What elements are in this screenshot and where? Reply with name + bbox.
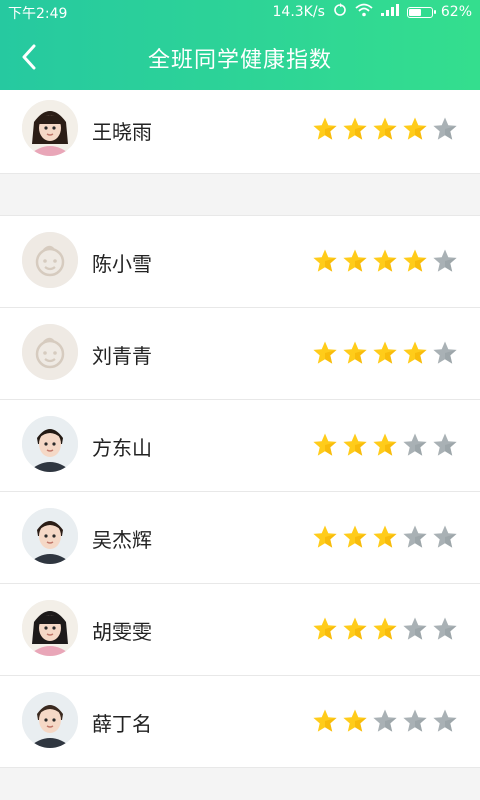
student-row[interactable]: 刘青青 [0, 308, 480, 400]
star-filled-icon [312, 248, 338, 274]
star-filled-icon [342, 432, 368, 458]
star-filled-icon [402, 248, 428, 274]
star-filled-icon [372, 248, 398, 274]
health-rating [312, 432, 458, 458]
student-name: 薛丁名 [92, 712, 152, 736]
star-filled-icon [342, 616, 368, 642]
health-rating [312, 116, 458, 142]
student-name: 刘青青 [92, 344, 152, 368]
star-filled-icon [312, 524, 338, 550]
status-bar: 下午2:49 14.3K/s 62% [0, 0, 480, 24]
star-empty-icon [432, 524, 458, 550]
star-filled-icon [402, 340, 428, 366]
avatar [22, 100, 78, 156]
star-filled-icon [312, 340, 338, 366]
student-name: 吴杰辉 [92, 528, 152, 552]
star-empty-icon [432, 248, 458, 274]
star-empty-icon [432, 432, 458, 458]
star-empty-icon [432, 708, 458, 734]
section-divider [0, 174, 480, 216]
star-filled-icon [312, 116, 338, 142]
student-row[interactable]: 陈小雪 [0, 216, 480, 308]
star-filled-icon [312, 432, 338, 458]
avatar [22, 508, 78, 564]
student-list: 王晓雨陈小雪刘青青方东山吴杰辉胡雯雯薛丁名 [0, 90, 480, 768]
star-filled-icon [372, 432, 398, 458]
health-rating [312, 248, 458, 274]
star-filled-icon [372, 524, 398, 550]
star-filled-icon [342, 340, 368, 366]
student-name: 王晓雨 [92, 120, 152, 144]
star-empty-icon [402, 524, 428, 550]
signal-icon [380, 4, 399, 20]
status-time: 下午2:49 [8, 6, 68, 22]
health-rating [312, 524, 458, 550]
star-filled-icon [342, 248, 368, 274]
sync-icon [333, 3, 347, 21]
star-empty-icon [402, 616, 428, 642]
avatar [22, 416, 78, 472]
star-filled-icon [342, 116, 368, 142]
student-row[interactable]: 吴杰辉 [0, 492, 480, 584]
page-title: 全班同学健康指数 [147, 48, 332, 73]
star-filled-icon [402, 116, 428, 142]
health-rating [312, 616, 458, 642]
health-rating [312, 708, 458, 734]
star-empty-icon [432, 116, 458, 142]
battery-fill [408, 8, 422, 16]
star-empty-icon [432, 340, 458, 366]
student-row[interactable]: 王晓雨 [0, 90, 480, 174]
star-filled-icon [342, 524, 368, 550]
baby-face-icon [22, 232, 78, 288]
student-row[interactable]: 方东山 [0, 400, 480, 492]
star-filled-icon [312, 616, 338, 642]
avatar [22, 600, 78, 656]
avatar [22, 692, 78, 748]
network-speed: 14.3K/s [272, 4, 325, 20]
health-rating [312, 340, 458, 366]
student-name: 胡雯雯 [92, 620, 152, 644]
baby-face-icon [22, 324, 78, 380]
star-filled-icon [372, 340, 398, 366]
star-filled-icon [372, 116, 398, 142]
star-filled-icon [372, 616, 398, 642]
star-filled-icon [312, 708, 338, 734]
status-right: 14.3K/s 62% [272, 3, 472, 21]
battery-percent: 62% [440, 4, 472, 20]
student-row[interactable]: 薛丁名 [0, 676, 480, 768]
battery-icon [406, 6, 436, 18]
student-name: 方东山 [92, 436, 152, 460]
student-row[interactable]: 胡雯雯 [0, 584, 480, 676]
star-empty-icon [402, 708, 428, 734]
wifi-icon [355, 3, 373, 21]
student-name: 陈小雪 [92, 252, 152, 276]
star-filled-icon [342, 708, 368, 734]
app-header: 下午2:49 14.3K/s 62% 全班同学健康指数 [0, 0, 480, 90]
star-empty-icon [402, 432, 428, 458]
star-empty-icon [372, 708, 398, 734]
star-empty-icon [432, 616, 458, 642]
